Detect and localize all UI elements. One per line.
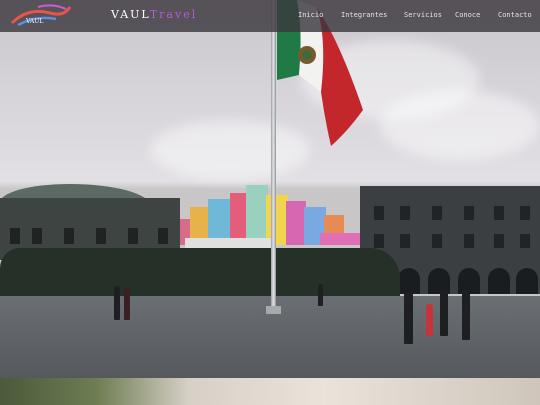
person [404,292,413,344]
nav-link-servicios[interactable]: Servicios [404,11,442,19]
vaul-logo[interactable]: VAUL [8,3,74,29]
person [114,286,120,320]
brand-part1: VAUL [111,8,150,21]
person [440,290,448,336]
svg-text:VAUL: VAUL [25,18,43,25]
tree-line [0,248,400,296]
cloud [380,90,540,160]
nav-link-integrantes[interactable]: Integrantes [341,11,387,19]
next-section-image [0,378,540,405]
person [426,304,433,336]
nav-link-inicio[interactable]: Inicio [298,11,323,19]
nav-link-conoce[interactable]: Conoce [455,11,480,19]
hero-image [0,0,540,378]
flag-pole-base [266,306,281,314]
person [124,288,130,320]
person [318,284,323,306]
nav-link-contacto[interactable]: Contacto [498,11,532,19]
colorful-hillside-houses [170,185,360,245]
top-navbar: VAUL VAULTravel Inicio Integrantes Servi… [0,0,540,32]
brand-part2: Travel [149,8,198,21]
flag-pole [271,0,276,312]
person [462,290,470,340]
brand-name[interactable]: VAULTravel [111,8,197,21]
